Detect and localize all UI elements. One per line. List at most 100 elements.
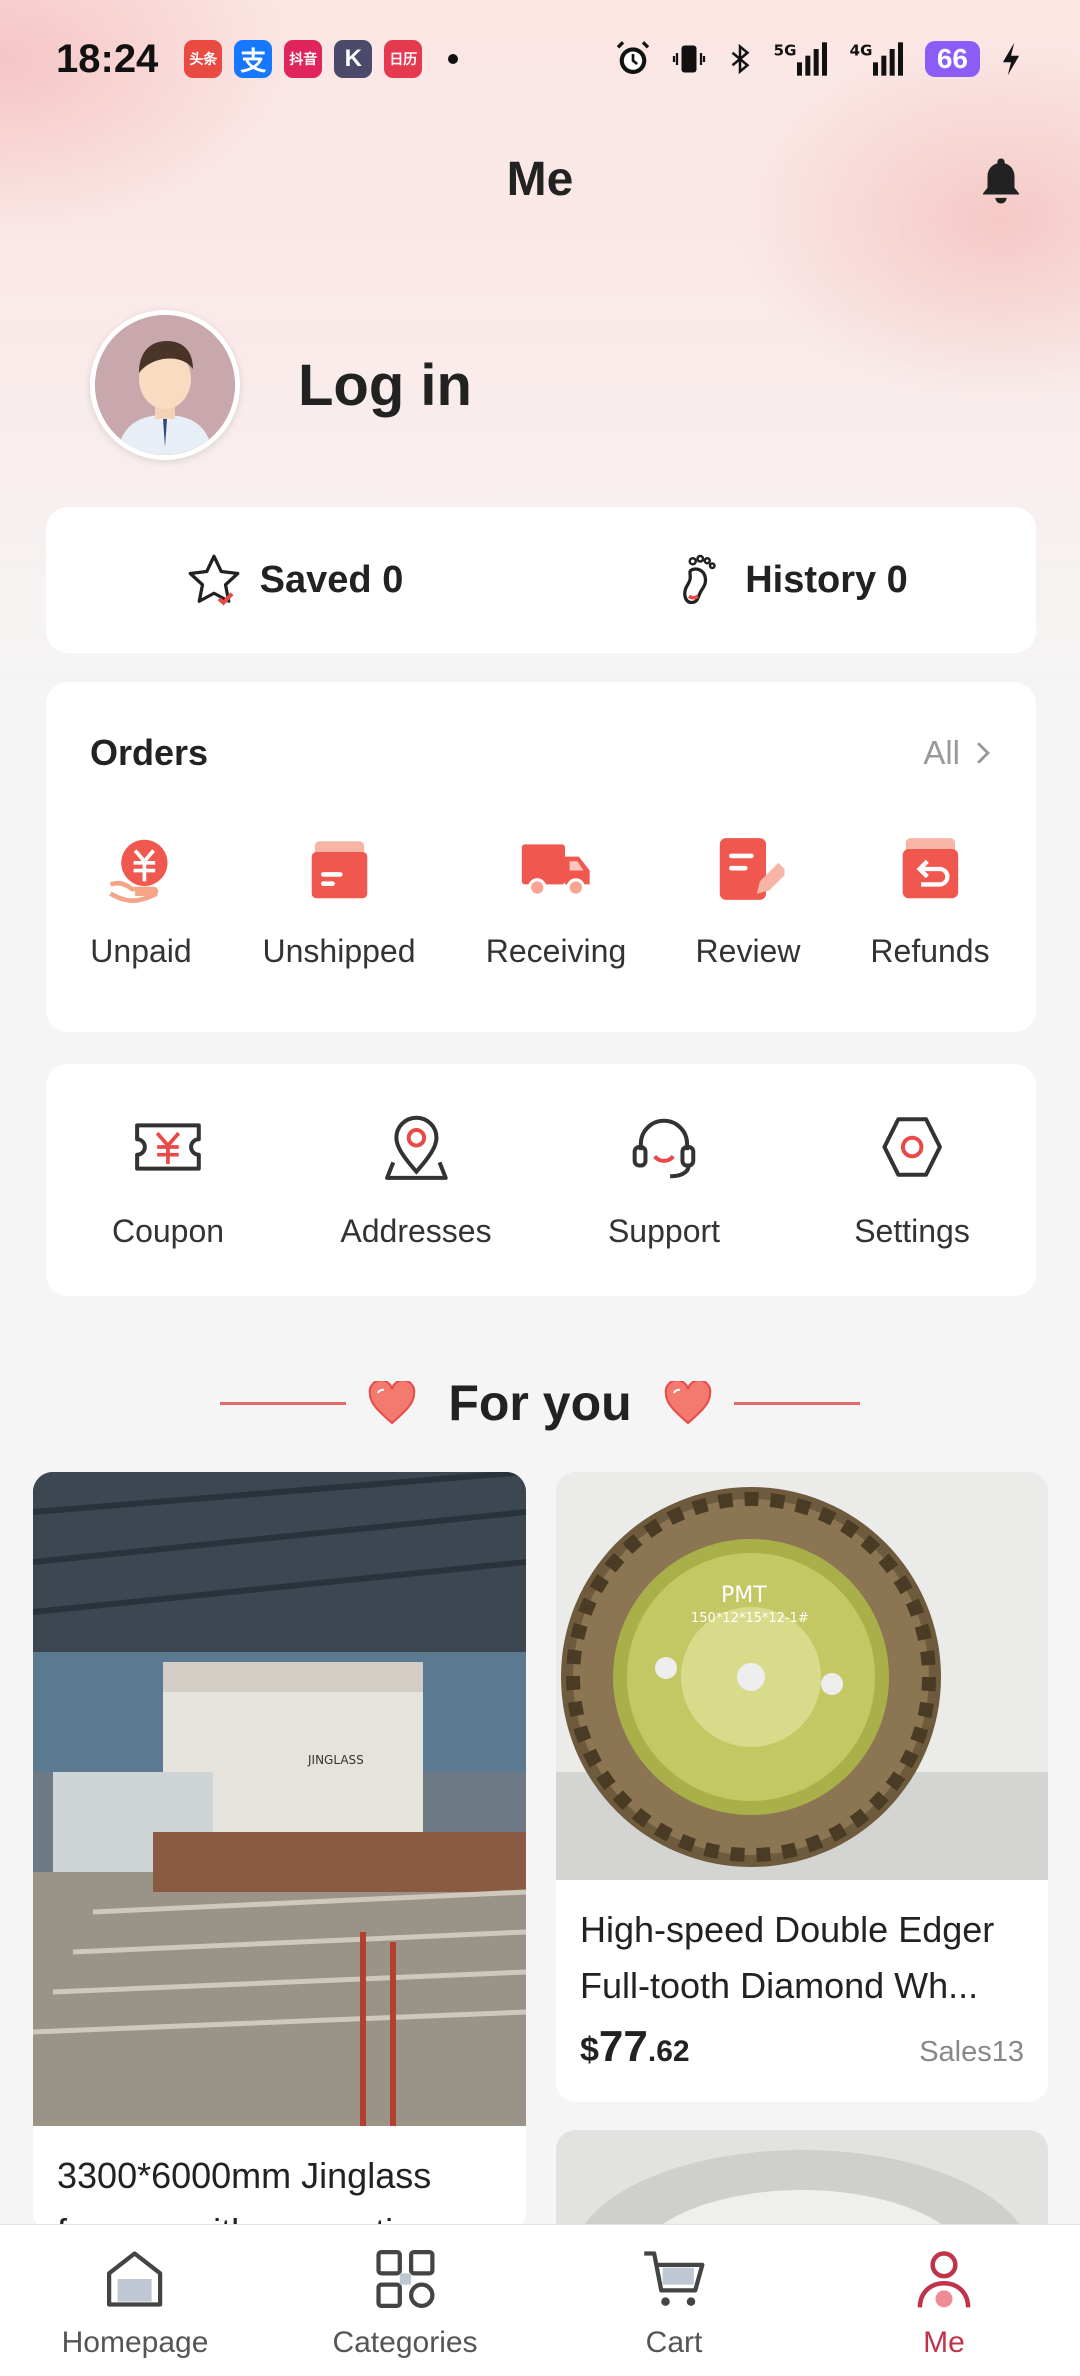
order-unshipped[interactable]: Unshipped (263, 832, 416, 970)
orders-row: Unpaid Unshipped Receiving Review Refund… (46, 832, 1036, 992)
stats-card: Saved 0 History 0 (46, 507, 1036, 653)
tool-addresses-label: Addresses (340, 1213, 492, 1249)
svg-text:4G: 4G (850, 42, 873, 60)
price-currency: $ (580, 2031, 599, 2069)
tab-homepage[interactable]: Homepage (61, 2245, 209, 2360)
tab-categories[interactable]: Categories (332, 2245, 478, 2360)
orders-all-link[interactable]: All (923, 734, 992, 772)
order-review[interactable]: Review (695, 832, 801, 970)
status-bar: 18:24 头条 支 抖音 K 日历 5G 4G 66 (0, 0, 1080, 118)
image-brand-text: PMT (721, 1583, 767, 1608)
avatar-person-icon (95, 315, 235, 455)
toutiao-app-icon: 头条 (184, 40, 223, 78)
person-icon (917, 2251, 971, 2308)
product-card[interactable]: JINGLASS 3300*6000mm Jinglass furnace wi… (33, 1472, 526, 2232)
location-icon (384, 1115, 448, 1180)
tool-coupon[interactable]: Coupon (112, 1110, 224, 1250)
for-you-heading: For you (0, 1368, 1080, 1438)
alipay-app-icon: 支 (234, 40, 273, 78)
settings-icon (882, 1117, 942, 1177)
orders-title: Orders (90, 732, 209, 773)
bottom-tab-bar: Homepage Categories Cart Me (0, 2224, 1080, 2376)
furnace-photo: JINGLASS (33, 1472, 526, 2126)
bluetooth-icon (731, 43, 750, 75)
avatar[interactable] (90, 310, 240, 460)
review-icon (720, 838, 789, 900)
tool-coupon-label: Coupon (111, 1213, 225, 1249)
truck-icon (522, 844, 590, 897)
saved-button[interactable]: Saved 0 (46, 550, 541, 610)
page-title: Me (506, 153, 574, 206)
order-unpaid-label: Unpaid (90, 933, 192, 969)
tool-settings-label: Settings (854, 1213, 970, 1249)
price-integer: 77 (598, 2022, 648, 2071)
product-price: $77.62 (580, 2022, 690, 2072)
history-label: History 0 (745, 558, 908, 601)
profile-section[interactable]: Log in (90, 310, 472, 460)
history-button[interactable]: History 0 (541, 550, 1036, 610)
charging-icon (1002, 42, 1020, 76)
order-unpaid[interactable]: Unpaid (90, 832, 192, 970)
order-receiving[interactable]: Receiving (485, 832, 627, 970)
refund-icon (902, 838, 958, 899)
notification-dot (448, 54, 459, 64)
order-refunds[interactable]: Refunds (870, 832, 990, 970)
product-image: JINGLASS (33, 1472, 526, 2126)
chevron-right-icon (977, 742, 990, 764)
unshipped-icon (311, 841, 367, 899)
divider-line-left (220, 1401, 347, 1405)
product-title: 3300*6000mm Jinglass furnace with convec… (57, 2155, 434, 2232)
product-title: High-speed Double Edger Full-tooth Diamo… (580, 1909, 995, 2006)
tab-me-label: Me (923, 2326, 965, 2359)
douyin-app-icon: 抖音 (284, 40, 323, 78)
cart-icon (644, 2251, 705, 2306)
tab-homepage-label: Homepage (61, 2326, 209, 2359)
k-app-icon: K (334, 40, 373, 78)
signal-5g-icon: 5G (774, 42, 827, 76)
image-spec-text: 150*12*15*12-1# (691, 1611, 809, 1626)
status-time: 18:24 (56, 36, 159, 81)
headset-icon (632, 1118, 696, 1179)
order-unshipped-label: Unshipped (262, 933, 416, 969)
orders-card: Orders All Unpaid Unshipped Receiving Re… (46, 682, 1036, 1032)
tools-card: Coupon Addresses Support Settings (46, 1064, 1036, 1296)
tab-categories-label: Categories (332, 2326, 478, 2359)
orders-all-label: All (923, 734, 960, 771)
star-icon (188, 554, 240, 606)
vibrate-icon (672, 45, 705, 73)
image-brand-text: JINGLASS (307, 1753, 364, 1767)
coupon-icon (135, 1123, 201, 1171)
unpaid-icon (108, 839, 168, 903)
login-link[interactable]: Log in (298, 352, 472, 419)
tab-cart-label: Cart (645, 2326, 703, 2359)
notification-bell-icon[interactable] (974, 154, 1028, 208)
calendar-app-icon: 日历 (384, 40, 423, 78)
product-sales: Sales13 (919, 2036, 1024, 2068)
divider-line-right (733, 1401, 860, 1405)
tool-addresses[interactable]: Addresses (340, 1110, 492, 1250)
for-you-title: For you (448, 1375, 632, 1431)
tool-settings[interactable]: Settings (854, 1110, 970, 1250)
tool-support-label: Support (607, 1213, 721, 1249)
tab-cart[interactable]: Cart (640, 2245, 708, 2360)
heart-icon-left (369, 1381, 416, 1425)
categories-icon (375, 2249, 435, 2309)
order-refunds-label: Refunds (870, 933, 990, 969)
status-right: 5G 4G 66 (613, 39, 1024, 79)
svg-text:5G: 5G (774, 42, 797, 60)
alarm-icon (616, 41, 650, 74)
footprint-icon (683, 554, 716, 605)
order-review-label: Review (695, 933, 801, 969)
product-image: PMT 150*12*15*12-1# (556, 1472, 1048, 1880)
product-meta: $77.62 Sales13 (556, 2014, 1048, 2072)
order-receiving-label: Receiving (485, 933, 627, 969)
battery-indicator: 66 (924, 41, 980, 77)
product-card[interactable]: PMT 150*12*15*12-1# High-speed Double Ed… (556, 1472, 1048, 2102)
heart-icon-right (664, 1381, 711, 1425)
diamond-wheel-photo: PMT 150*12*15*12-1# (556, 1472, 1048, 1880)
saved-label: Saved 0 (259, 558, 404, 601)
tool-support[interactable]: Support (608, 1110, 720, 1250)
tab-me[interactable]: Me (910, 2245, 978, 2360)
price-decimal: .62 (647, 2035, 690, 2068)
signal-4g-icon: 4G (850, 42, 903, 76)
